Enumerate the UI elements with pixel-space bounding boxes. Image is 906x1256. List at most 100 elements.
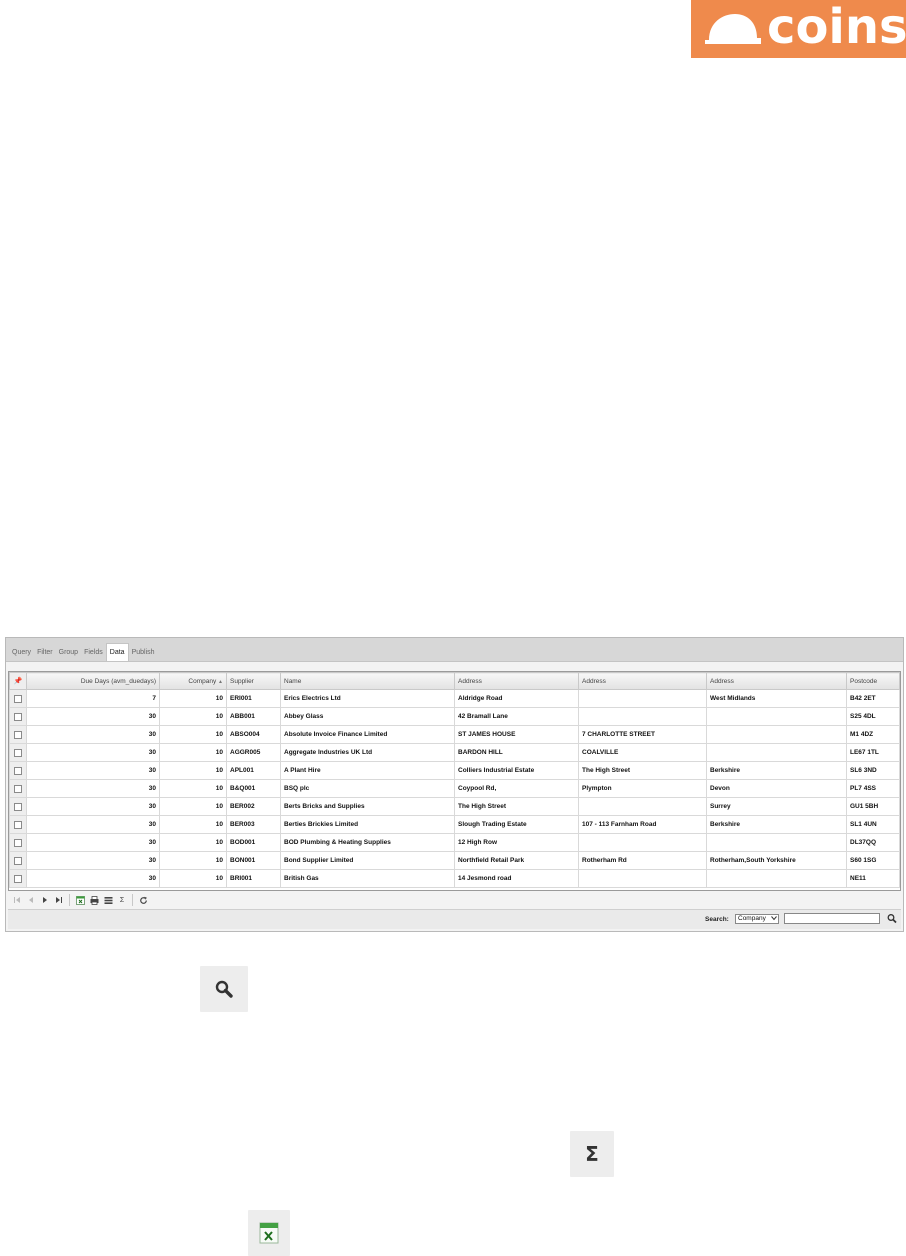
tab-publish[interactable]: Publish [129,644,158,661]
table-row[interactable]: 30 10 AGGR005 Aggregate Industries UK Ltd BA… [9,743,900,762]
address-2-cell [578,869,707,888]
row-checkbox[interactable] [14,820,22,829]
address-1-cell: Coypool Rd, [454,779,579,798]
supplier-cell: AGGR005 [226,743,281,762]
due-days-cell: 30 [26,761,160,780]
company-cell: 10 [159,833,227,852]
logo-text: coins [767,0,906,55]
table-row[interactable]: 7 10 ERI001 Erics Electrics Ltd Aldridge Roa… [9,689,900,708]
column-header-address-2[interactable]: Address [578,672,707,690]
row-select-cell [9,689,27,708]
name-cell: Aggregate Industries UK Ltd [280,743,455,762]
due-days-cell: 30 [26,815,160,834]
row-select-cell [9,869,27,888]
table-row[interactable]: 30 10 BER002 Berts Bricks and Supplies The H… [9,797,900,816]
search-field-select[interactable]: Company [735,914,779,924]
postcode-cell: PL7 4SS [846,779,900,798]
report-panel: Query Filter Group Fields Data Publish 📌 Due … [5,637,904,932]
table-row[interactable]: 30 10 APL001 A Plant Hire Colliers Industria… [9,761,900,780]
pin-column-header[interactable]: 📌 [9,672,27,690]
company-cell: 10 [159,743,227,762]
columns-icon[interactable] [102,893,114,907]
column-header-name[interactable]: Name [280,672,455,690]
tab-query[interactable]: Query [9,644,34,661]
address-3-cell: Rotherham,South Yorkshire [706,851,847,870]
postcode-cell: SL6 3ND [846,761,900,780]
row-select-cell [9,743,27,762]
supplier-cell: B&Q001 [226,779,281,798]
address-3-cell: Berkshire [706,761,847,780]
supplier-cell: ABSO004 [226,725,281,744]
table-row[interactable]: 30 10 ABB001 Abbey Glass 42 Bramall Lane S25 … [9,707,900,726]
prev-page-icon[interactable] [25,893,37,907]
search-input[interactable] [784,913,880,924]
column-header-due-days[interactable]: Due Days (avm_duedays) [26,672,160,690]
address-1-cell: 12 High Row [454,833,579,852]
column-header-company-label: Company [188,677,217,685]
row-checkbox[interactable] [14,874,22,883]
column-header-postcode[interactable]: Postcode [846,672,900,690]
postcode-cell: DL37QQ [846,833,900,852]
row-checkbox[interactable] [14,730,22,739]
name-cell: British Gas [280,869,455,888]
address-3-cell: Berkshire [706,815,847,834]
address-2-cell [578,797,707,816]
tab-group[interactable]: Group [56,644,81,661]
table-row[interactable]: 30 10 BON001 Bond Supplier Limited Northfiel… [9,851,900,870]
row-checkbox[interactable] [14,856,22,865]
tab-fields[interactable]: Fields [81,644,106,661]
tab-data[interactable]: Data [105,643,129,661]
row-select-cell [9,707,27,726]
company-cell: 10 [159,815,227,834]
sigma-totals-icon[interactable]: Σ [116,893,128,907]
sigma-totals-icon: Σ [570,1131,614,1177]
due-days-cell: 30 [26,797,160,816]
last-page-icon[interactable] [53,893,65,907]
address-2-cell: The High Street [578,761,707,780]
column-header-company[interactable]: Company ▲ [159,672,227,690]
company-cell: 10 [159,725,227,744]
table-row[interactable]: 30 10 BER003 Berties Brickies Limited Slough… [9,815,900,834]
address-1-cell: ST JAMES HOUSE [454,725,579,744]
row-checkbox[interactable] [14,838,22,847]
table-row[interactable]: 30 10 B&Q001 BSQ plc Coypool Rd, Plympton Devo… [9,779,900,798]
row-checkbox[interactable] [14,766,22,775]
table-row[interactable]: 30 10 BOD001 BOD Plumbing & Heating Supplie… [9,833,900,852]
address-1-cell: Colliers Industrial Estate [454,761,579,780]
search-icon [200,966,248,1012]
address-3-cell [706,725,847,744]
column-header-supplier[interactable]: Supplier [226,672,281,690]
row-select-cell [9,725,27,744]
row-checkbox[interactable] [14,784,22,793]
address-1-cell: 14 Jesmond road [454,869,579,888]
company-cell: 10 [159,707,227,726]
grid-header-row: 📌 Due Days (avm_duedays) Company ▲ Suppl… [9,672,900,690]
refresh-icon[interactable] [137,893,149,907]
first-page-icon[interactable] [11,893,23,907]
company-cell: 10 [159,851,227,870]
table-row[interactable]: 30 10 ABSO004 Absolute Invoice Finance Limi… [9,725,900,744]
excel-export-icon[interactable] [74,893,86,907]
due-days-cell: 7 [26,689,160,708]
column-header-address-1[interactable]: Address [454,672,579,690]
next-page-icon[interactable] [39,893,51,907]
row-checkbox[interactable] [14,694,22,703]
row-checkbox[interactable] [14,712,22,721]
name-cell: Berts Bricks and Supplies [280,797,455,816]
search-bar: Search: Company [8,909,901,929]
postcode-cell: NE11 [846,869,900,888]
address-2-cell [578,707,707,726]
print-icon[interactable] [88,893,100,907]
name-cell: Berties Brickies Limited [280,815,455,834]
search-icon[interactable] [886,912,898,925]
row-checkbox[interactable] [14,748,22,757]
due-days-cell: 30 [26,707,160,726]
tab-filter[interactable]: Filter [34,644,56,661]
row-select-cell [9,797,27,816]
row-checkbox[interactable] [14,802,22,811]
address-1-cell: 42 Bramall Lane [454,707,579,726]
column-header-address-3[interactable]: Address [706,672,847,690]
address-3-cell [706,707,847,726]
table-row[interactable]: 30 10 BRI001 British Gas 14 Jesmond road NE11 [9,869,900,888]
supplier-cell: BRI001 [226,869,281,888]
